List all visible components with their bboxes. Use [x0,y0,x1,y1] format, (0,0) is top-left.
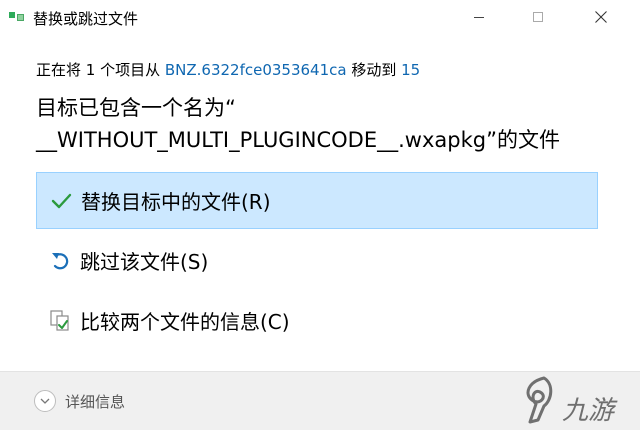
conflict-message-line1: 目标已包含一个名为“ [36,96,236,120]
minimize-button[interactable] [456,0,502,34]
window-title: 替换或跳过文件 [33,10,139,28]
more-details-label: 详细信息 [65,392,126,411]
replace-option[interactable]: 替换目标中的文件(R) [36,172,598,229]
title-bar: 替换或跳过文件 [0,0,640,34]
source-folder-link[interactable]: BNZ.6322fce0353641ca [165,61,347,79]
watermark-text: 九游 [562,396,615,426]
conflict-message-line2: __WITHOUT_MULTI_PLUGINCODE__.wxapkg”的文件 [36,128,560,152]
file-move-icon [9,11,25,23]
more-details-toggle[interactable]: 详细信息 [34,388,125,414]
operation-status: 正在将 1 个项目从 BNZ.6322fce0353641ca 移动到 15 [36,59,420,80]
chevron-down-icon [34,390,56,412]
minimize-icon [474,16,484,18]
replace-option-label: 替换目标中的文件(R) [81,190,271,214]
skip-option-label: 跳过该文件(S) [80,250,209,274]
check-icon [51,193,72,209]
maximize-button[interactable] [515,0,561,34]
close-icon [595,11,607,23]
conflict-message: 目标已包含一个名为“ __WITHOUT_MULTI_PLUGINCODE__.… [36,92,560,156]
status-prefix: 正在将 1 个项目从 [36,61,165,79]
watermark-logo-icon [526,376,553,424]
undo-arrow-icon [52,253,69,270]
skip-option[interactable]: 跳过该文件(S) [36,233,598,290]
compare-files-icon [50,310,69,331]
close-button[interactable] [578,0,624,34]
status-middle: 移动到 [346,61,402,79]
maximize-icon [533,12,543,22]
compare-option[interactable]: 比较两个文件的信息(C) [36,293,598,350]
compare-option-label: 比较两个文件的信息(C) [80,310,290,334]
watermark: 九游 [516,372,640,429]
destination-folder-link[interactable]: 15 [401,61,420,79]
